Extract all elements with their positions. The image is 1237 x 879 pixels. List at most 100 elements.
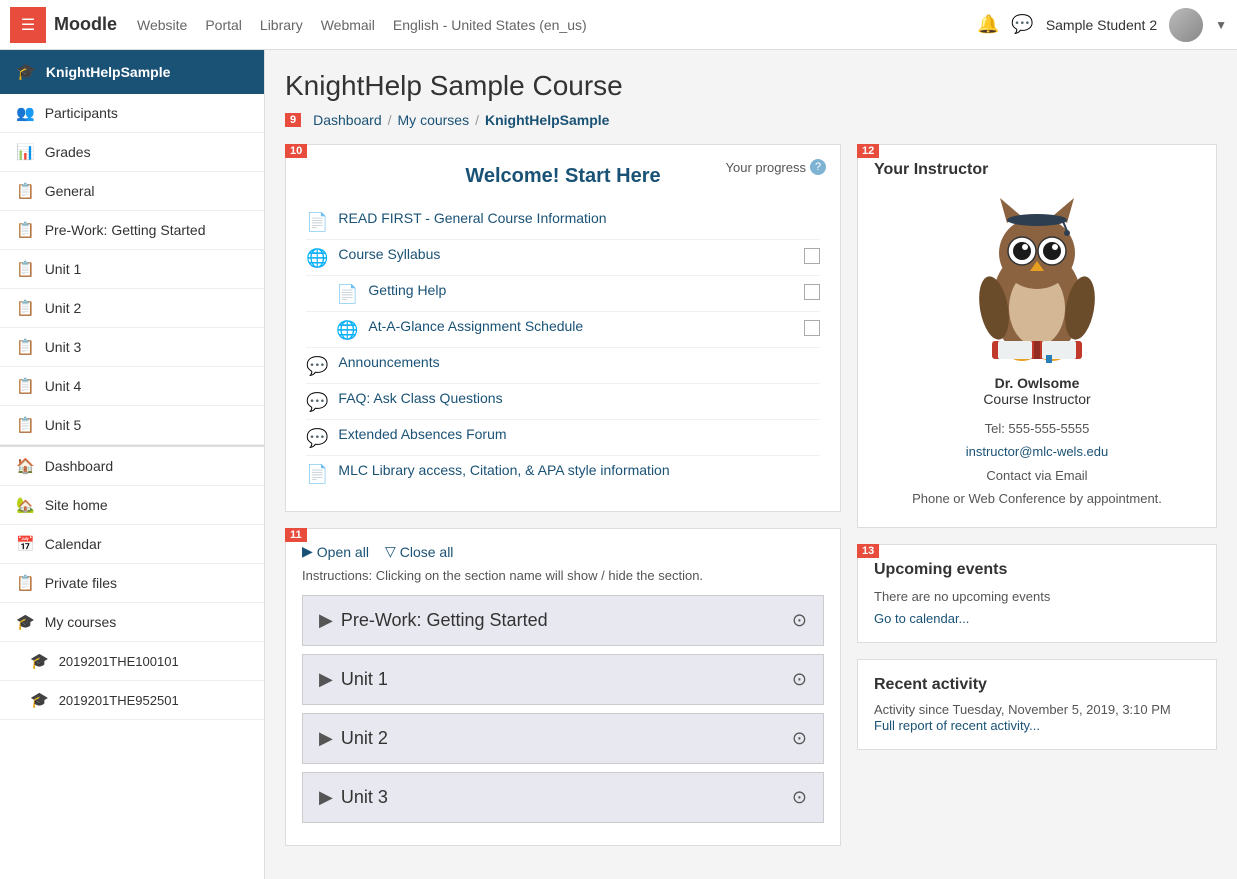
close-all-button[interactable]: ▽ Close all — [385, 543, 453, 560]
sidebar-item-course2[interactable]: 🎓 2019201THE952501 — [0, 681, 264, 720]
sidebar-item-unit5[interactable]: 📋 Unit 5 — [0, 406, 264, 445]
breadcrumb-mycourses[interactable]: My courses — [398, 112, 470, 128]
top-navigation: ☰ Moodle Website Portal Library Webmail … — [0, 0, 1237, 50]
close-all-label: Close all — [400, 544, 454, 560]
graduation-icon: 🎓 — [16, 62, 36, 82]
unit2-icon: 📋 — [16, 299, 35, 317]
sidebar-item-calendar[interactable]: 📅 Calendar — [0, 525, 264, 564]
library-link[interactable]: MLC Library access, Citation, & APA styl… — [338, 462, 820, 478]
unit1-arrow-icon: ▶ — [319, 669, 333, 690]
unit3-label: Unit 3 — [341, 787, 388, 808]
sidebar-item-dashboard[interactable]: 🏠 Dashboard — [0, 447, 264, 486]
sidebar-item-general[interactable]: 📋 General — [0, 172, 264, 211]
sidebar-item-unit3[interactable]: 📋 Unit 3 — [0, 328, 264, 367]
sidebar-course-header[interactable]: 🎓 KnightHelpSample — [0, 50, 264, 94]
sidebar-unit2-label: Unit 2 — [45, 300, 82, 316]
avatar[interactable] — [1169, 8, 1203, 42]
syllabus-link[interactable]: Course Syllabus — [338, 246, 794, 262]
sidebar-item-grades[interactable]: 📊 Grades — [0, 133, 264, 172]
full-report-link[interactable]: Full report of recent activity... — [874, 718, 1040, 733]
course-item-readfirst: 📄 READ FIRST - General Course Informatio… — [306, 204, 820, 240]
unit3-radio-icon[interactable]: ⊙ — [792, 787, 807, 808]
privatefiles-icon: 📋 — [16, 574, 35, 592]
nav-webmail[interactable]: Webmail — [321, 17, 375, 33]
mycourses-icon: 🎓 — [16, 613, 35, 631]
gettinghelp-icon: 📄 — [336, 284, 358, 305]
unit-prework-title: ▶ Pre-Work: Getting Started — [319, 610, 548, 631]
upcoming-section: 13 Upcoming events There are no upcoming… — [857, 544, 1217, 643]
sidebar-course-label: KnightHelpSample — [46, 64, 170, 80]
go-to-calendar-link[interactable]: Go to calendar... — [874, 611, 969, 626]
syllabus-checkbox[interactable] — [804, 248, 820, 264]
notification-bell-icon[interactable]: 🔔 — [977, 14, 999, 35]
calendar-icon: 📅 — [16, 535, 35, 553]
unit-row-prework[interactable]: ▶ Pre-Work: Getting Started ⊙ — [302, 595, 824, 646]
unit-prework-radio-icon[interactable]: ⊙ — [792, 610, 807, 631]
readfirst-link[interactable]: READ FIRST - General Course Information — [338, 210, 820, 226]
nav-language[interactable]: English - United States (en_us) — [393, 17, 587, 33]
unit-row-unit3[interactable]: ▶ Unit 3 ⊙ — [302, 772, 824, 823]
welcome-badge: 10 — [285, 144, 307, 158]
sidebar: 🎓 KnightHelpSample 👥 Participants 📊 Grad… — [0, 50, 265, 879]
breadcrumb-dashboard[interactable]: Dashboard — [313, 112, 382, 128]
instructions-text: Instructions: Clicking on the section na… — [302, 568, 824, 583]
sidebar-item-prework[interactable]: 📋 Pre-Work: Getting Started — [0, 211, 264, 250]
ataglance-checkbox[interactable] — [804, 320, 820, 336]
user-dropdown-icon[interactable]: ▼ — [1215, 18, 1227, 32]
sidebar-item-mycourses[interactable]: 🎓 My courses — [0, 603, 264, 642]
chat-icon[interactable]: 💬 — [1011, 14, 1033, 35]
recent-section: Recent activity Activity since Tuesday, … — [857, 659, 1217, 750]
progress-info-icon[interactable]: ? — [810, 159, 826, 175]
grades-icon: 📊 — [16, 143, 35, 161]
unit3-icon: 📋 — [16, 338, 35, 356]
sidebar-item-privatefiles[interactable]: 📋 Private files — [0, 564, 264, 603]
breadcrumb: 9 Dashboard / My courses / KnightHelpSam… — [285, 112, 1217, 128]
sidebar-participants-label: Participants — [45, 105, 118, 121]
absences-link[interactable]: Extended Absences Forum — [338, 426, 820, 442]
open-all-label: Open all — [317, 544, 369, 560]
sidebar-prework-label: Pre-Work: Getting Started — [45, 222, 206, 238]
hamburger-button[interactable]: ☰ — [10, 7, 46, 43]
gettinghelp-checkbox[interactable] — [804, 284, 820, 300]
nav-website[interactable]: Website — [137, 17, 187, 33]
instructor-badge: 12 — [857, 144, 879, 158]
instructor-tel: Tel: 555-555-5555 — [874, 417, 1200, 440]
page-title: KnightHelp Sample Course — [285, 70, 1217, 102]
ataglance-icon: 🌐 — [336, 320, 358, 341]
sidebar-course2-label: 2019201THE952501 — [59, 693, 179, 708]
breadcrumb-knighthelp[interactable]: KnightHelpSample — [485, 112, 609, 128]
sidebar-item-unit4[interactable]: 📋 Unit 4 — [0, 367, 264, 406]
gettinghelp-link[interactable]: Getting Help — [368, 282, 794, 298]
faq-link[interactable]: FAQ: Ask Class Questions — [338, 390, 820, 406]
sitehome-icon: 🏡 — [16, 496, 35, 514]
user-name[interactable]: Sample Student 2 — [1046, 17, 1157, 33]
sidebar-privatefiles-label: Private files — [45, 575, 117, 591]
instructor-contact: Tel: 555-555-5555 instructor@mlc-wels.ed… — [874, 417, 1200, 511]
sidebar-item-unit1[interactable]: 📋 Unit 1 — [0, 250, 264, 289]
sidebar-item-participants[interactable]: 👥 Participants — [0, 94, 264, 133]
nav-library[interactable]: Library — [260, 17, 303, 33]
unit2-radio-icon[interactable]: ⊙ — [792, 728, 807, 749]
unit2-label: Unit 2 — [341, 728, 388, 749]
sidebar-item-sitehome[interactable]: 🏡 Site home — [0, 486, 264, 525]
course-item-faq: 💬 FAQ: Ask Class Questions — [306, 384, 820, 420]
unit-row-unit1[interactable]: ▶ Unit 1 ⊙ — [302, 654, 824, 705]
nav-portal[interactable]: Portal — [205, 17, 242, 33]
unit1-radio-icon[interactable]: ⊙ — [792, 669, 807, 690]
sidebar-item-course1[interactable]: 🎓 2019201THE100101 — [0, 642, 264, 681]
unit-prework-arrow-icon: ▶ — [319, 610, 333, 631]
unit-row-unit2[interactable]: ▶ Unit 2 ⊙ — [302, 713, 824, 764]
prework-icon: 📋 — [16, 221, 35, 239]
instructor-section: 12 Your Instructor — [857, 144, 1217, 528]
sidebar-dashboard-label: Dashboard — [45, 458, 114, 474]
sidebar-calendar-label: Calendar — [45, 536, 102, 552]
readfirst-icon: 📄 — [306, 212, 328, 233]
open-all-button[interactable]: ▶ Open all — [302, 543, 369, 560]
upcoming-no-events: There are no upcoming events — [874, 589, 1200, 604]
top-nav-right: 🔔 💬 Sample Student 2 ▼ — [977, 8, 1227, 42]
announcements-link[interactable]: Announcements — [338, 354, 820, 370]
sidebar-item-unit2[interactable]: 📋 Unit 2 — [0, 289, 264, 328]
ataglance-link[interactable]: At-A-Glance Assignment Schedule — [368, 318, 794, 334]
instructor-email[interactable]: instructor@mlc-wels.edu — [966, 444, 1109, 459]
sidebar-unit3-label: Unit 3 — [45, 339, 82, 355]
